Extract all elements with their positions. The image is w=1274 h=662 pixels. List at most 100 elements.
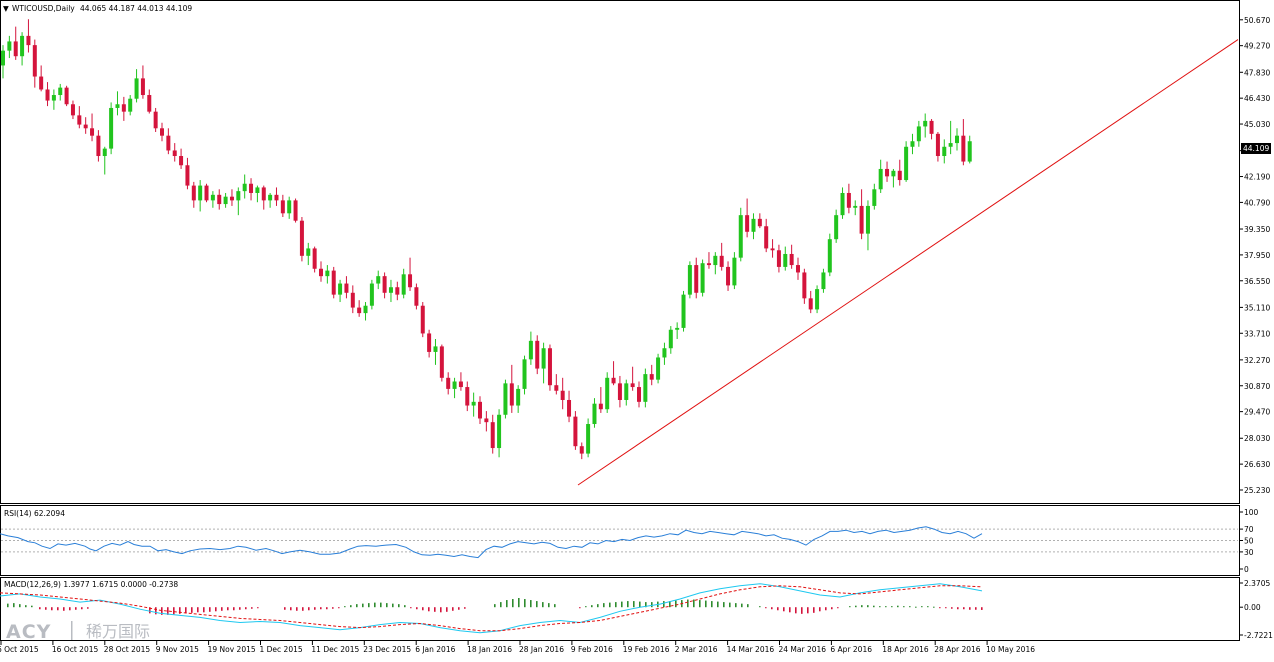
macd-hist-bar xyxy=(831,607,833,610)
macd-hist-bar xyxy=(927,606,929,608)
macd-hist-bar xyxy=(452,607,454,611)
candle-body xyxy=(929,120,934,134)
candle-body xyxy=(497,414,502,449)
candle-body xyxy=(757,218,762,227)
price-y-axis: 50.67049.27047.83046.43045.03043.59042.1… xyxy=(1239,16,1270,495)
macd-hist-bar xyxy=(506,600,508,608)
candle-body xyxy=(484,418,489,423)
x-axis: 6 Oct 2015 16 Oct 2015 28 Oct 2015 9 Nov 20… xyxy=(0,641,1035,654)
watermark-divider xyxy=(71,621,73,640)
macd-hist-bar xyxy=(867,605,869,608)
macd-hist-bar xyxy=(939,607,941,609)
candle-body xyxy=(554,385,559,391)
candle-body xyxy=(465,387,470,406)
candle-body xyxy=(802,272,807,299)
price-tick-label: 40.790 xyxy=(1244,198,1270,207)
x-tick-label: 1 Dec 2015 xyxy=(260,645,303,654)
macd-hist-bar xyxy=(855,605,857,608)
macd-hist-bar xyxy=(789,607,791,613)
macd-hist-bar xyxy=(25,605,27,608)
macd-tick-label: 0.00 xyxy=(1244,603,1261,612)
macd-hist-bar xyxy=(7,603,9,608)
macd-hist-bar xyxy=(813,607,815,613)
macd-hist-bar xyxy=(500,602,502,608)
macd-hist-bar xyxy=(633,601,635,608)
macd-hist-bar xyxy=(873,605,875,608)
trendline xyxy=(577,39,1239,486)
macd-hist-bar xyxy=(530,600,532,608)
macd-hist-bar xyxy=(350,605,352,608)
rsi-title: RSI(14) 62.2094 xyxy=(4,509,65,518)
candle-body xyxy=(885,168,890,177)
macd-hist-bar xyxy=(308,607,310,611)
candle-body xyxy=(853,205,858,208)
trendline-layer[interactable] xyxy=(577,39,1239,486)
macd-hist-bar xyxy=(903,606,905,608)
candle-body xyxy=(51,95,56,101)
candle-body xyxy=(198,185,203,201)
x-tick-label: 23 Dec 2015 xyxy=(363,645,411,654)
candle-body xyxy=(261,187,266,201)
rsi-tick-label: 0 xyxy=(1244,565,1249,574)
macd-hist-bar xyxy=(885,606,887,608)
candle-body xyxy=(967,141,972,162)
macd-hist-bar xyxy=(227,607,229,611)
candle-body xyxy=(700,263,705,293)
macd-hist-bar xyxy=(326,607,328,610)
candle-body xyxy=(26,35,31,46)
macd-hist-bar xyxy=(356,604,358,608)
macd-hist-bar xyxy=(819,607,821,612)
candle-body xyxy=(427,333,432,352)
x-tick-label: 16 Oct 2015 xyxy=(52,645,99,654)
candle-body xyxy=(134,78,139,99)
x-tick-label: 9 Feb 2016 xyxy=(571,645,613,654)
candle-body xyxy=(745,215,750,232)
price-tick-label: 39.350 xyxy=(1244,225,1270,234)
macd-hist-bar xyxy=(909,606,911,608)
candle-body xyxy=(573,416,578,447)
macd-hist-bar xyxy=(380,602,382,608)
symbol-arrow-icon[interactable]: ▼ xyxy=(3,4,9,13)
candle-body xyxy=(58,87,63,96)
candle-body xyxy=(420,305,425,334)
candle-body xyxy=(338,283,343,295)
price-tick-label: 26.630 xyxy=(1244,460,1270,469)
candle-body xyxy=(916,126,921,142)
macd-hist-bar xyxy=(729,602,731,608)
macd-hist-bar xyxy=(849,606,851,608)
macd-hist-bar xyxy=(209,607,211,612)
watermark-cn: 稀万国际 xyxy=(86,622,150,641)
last-price-label: 44.109 xyxy=(1243,144,1269,153)
rsi-tick-label: 70 xyxy=(1244,525,1254,534)
macd-hist-bar xyxy=(747,604,749,608)
candle-body xyxy=(408,274,413,288)
candle-body xyxy=(815,289,820,310)
macd-hist-bar xyxy=(951,607,953,609)
candle-body xyxy=(579,446,584,454)
candle-body xyxy=(611,377,616,384)
candle-body xyxy=(293,200,298,221)
macd-hist-bar xyxy=(374,602,376,608)
candle-body xyxy=(287,200,292,214)
candle-body xyxy=(713,255,718,266)
candle-body xyxy=(13,41,18,57)
candle-body xyxy=(668,329,673,349)
candle-body xyxy=(255,187,260,193)
x-tick-label: 9 Nov 2015 xyxy=(156,645,199,654)
candle-body xyxy=(121,104,126,112)
x-tick-label: 6 Oct 2015 xyxy=(0,645,39,654)
candle-body xyxy=(319,268,323,277)
x-tick-label: 14 Mar 2016 xyxy=(727,645,775,654)
candle-body xyxy=(1,50,5,66)
macd-hist-bar xyxy=(693,599,695,608)
candle-body xyxy=(388,287,393,293)
candle-body xyxy=(605,377,610,410)
rsi-tick-label: 50 xyxy=(1244,537,1254,546)
candle-body xyxy=(509,383,514,406)
candle-body xyxy=(344,283,349,293)
chart-canvas[interactable]: ▼ WTICOUSD,Daily 44.065 44.187 44.013 44… xyxy=(0,0,1274,662)
x-tick-label: 6 Jan 2016 xyxy=(415,645,455,654)
candle-body xyxy=(77,115,82,125)
macd-hist-bar xyxy=(765,607,767,609)
macd-hist-bar xyxy=(759,606,761,608)
